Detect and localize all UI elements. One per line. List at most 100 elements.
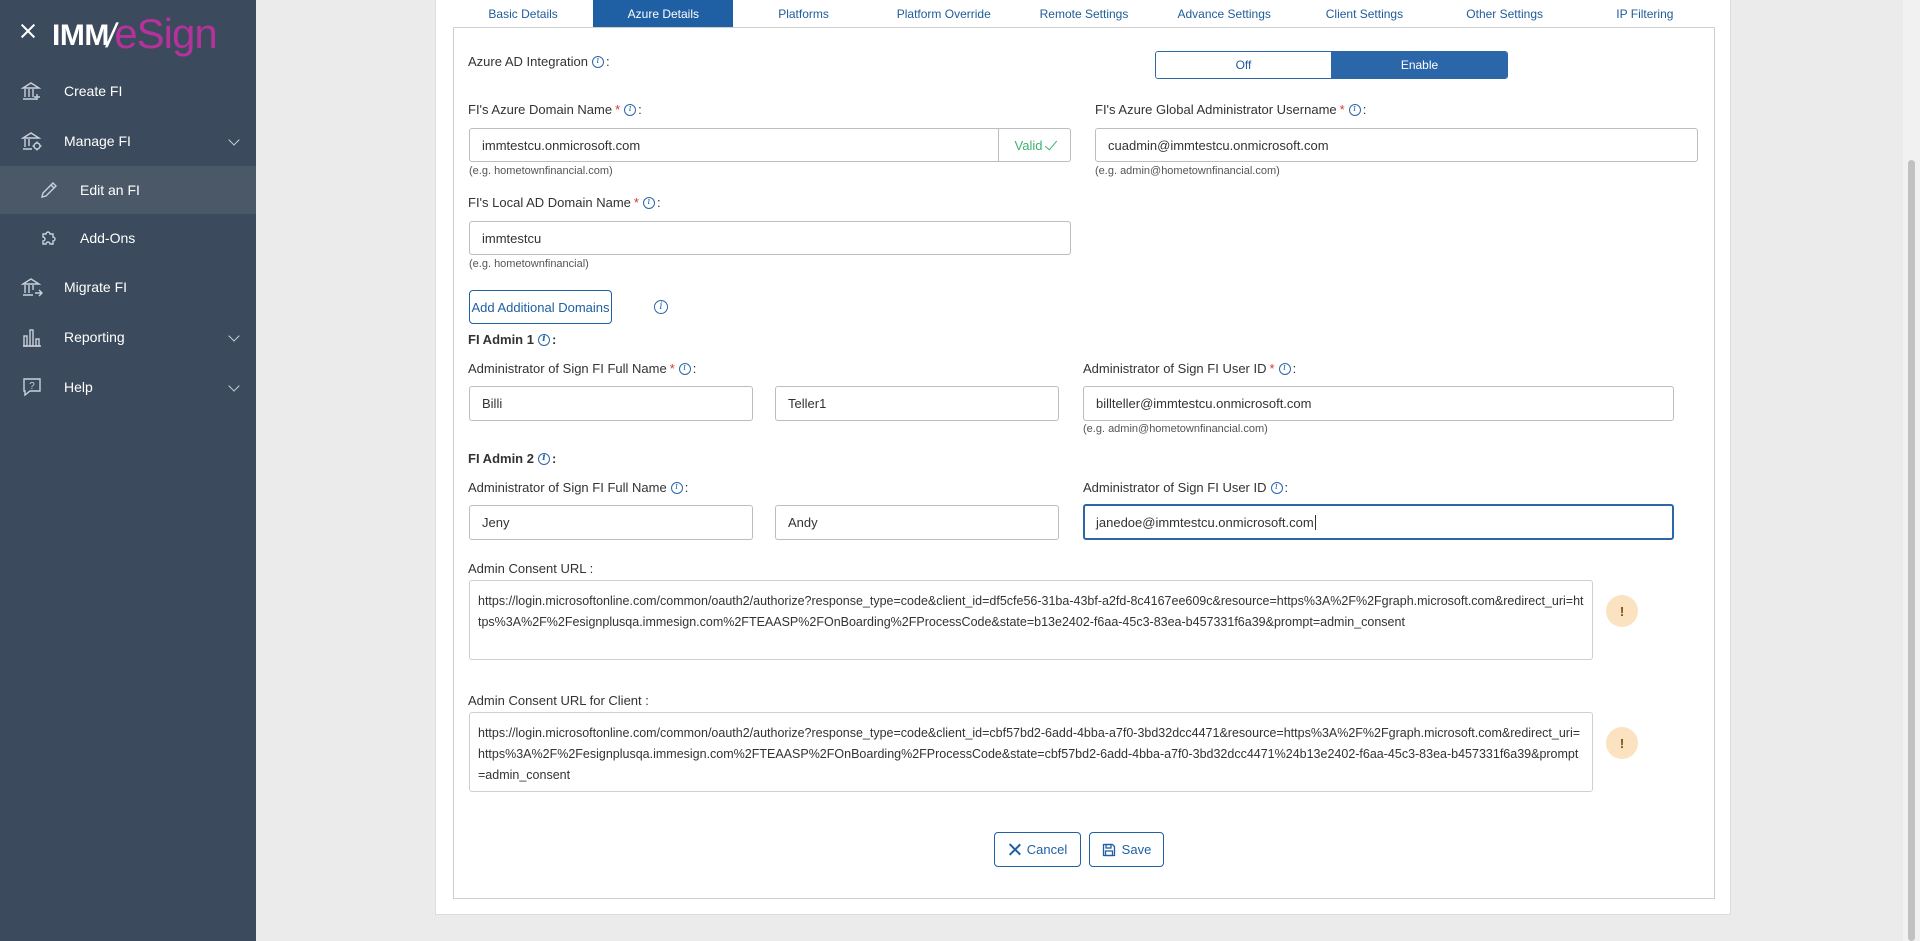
- colon: :: [656, 195, 661, 210]
- logo-imm: IMM: [52, 19, 109, 52]
- tab-ip-filtering[interactable]: IP Filtering: [1575, 0, 1715, 27]
- chevron-down-icon: [228, 134, 240, 146]
- logo-esign: eSign: [114, 10, 217, 57]
- sidebar-item-label: Create FI: [64, 83, 123, 99]
- admin-consent-url-textarea[interactable]: https://login.microsoftonline.com/common…: [469, 580, 1593, 660]
- admin1-user-id-hint: (e.g. admin@hometownfinancial.com): [1083, 423, 1268, 435]
- tab-advance-settings[interactable]: Advance Settings: [1154, 0, 1294, 27]
- local-domain-label-text: FI's Local AD Domain Name: [468, 195, 631, 210]
- global-admin-input[interactable]: cuadmin@immtestcu.onmicrosoft.com: [1095, 128, 1698, 162]
- admin1-first-name-value: Billi: [482, 396, 503, 411]
- info-icon[interactable]: i: [537, 333, 550, 346]
- info-icon[interactable]: i: [670, 481, 683, 494]
- info-icon[interactable]: i: [591, 55, 604, 68]
- tab-client-settings[interactable]: Client Settings: [1294, 0, 1434, 27]
- admin1-last-name-value: Teller1: [788, 396, 827, 411]
- required-mark: *: [615, 102, 621, 117]
- fi-admin-1-heading: FI Admin 1 i :: [468, 332, 556, 347]
- info-icon[interactable]: i: [624, 103, 637, 116]
- warning-icon[interactable]: !: [1606, 727, 1638, 759]
- cancel-label: Cancel: [1026, 842, 1068, 857]
- info-icon[interactable]: i: [642, 196, 655, 209]
- admin1-user-id-label: Administrator of Sign FI User ID * i :: [1083, 361, 1296, 376]
- admin1-name-label-text: Administrator of Sign FI Full Name: [468, 361, 667, 376]
- azure-domain-label-text: FI's Azure Domain Name: [468, 102, 613, 117]
- admin-consent-url-client-textarea[interactable]: https://login.microsoftonline.com/common…: [469, 712, 1593, 792]
- admin-consent-url-client-label: Admin Consent URL for Client :: [468, 693, 649, 708]
- colon: :: [551, 332, 557, 347]
- tab-platform-override[interactable]: Platform Override: [874, 0, 1014, 27]
- scrollbar-thumb[interactable]: [1908, 160, 1915, 941]
- local-domain-label: FI's Local AD Domain Name * i :: [468, 195, 661, 210]
- tab-azure-details[interactable]: Azure Details: [593, 0, 734, 27]
- sidebar-item-label: Manage FI: [64, 133, 131, 149]
- svg-text:?: ?: [29, 381, 35, 392]
- local-domain-input[interactable]: immtestcu: [469, 221, 1071, 255]
- colon: :: [551, 451, 557, 466]
- admin2-first-name-input[interactable]: Jeny: [469, 505, 753, 540]
- required-mark: *: [633, 195, 639, 210]
- admin1-user-id-input[interactable]: billteller@immtestcu.onmicrosoft.com: [1083, 386, 1674, 421]
- local-domain-value: immtestcu: [482, 230, 542, 246]
- sidebar-item-add-ons[interactable]: Add-Ons: [0, 214, 256, 262]
- admin1-user-id-value: billteller@immtestcu.onmicrosoft.com: [1096, 396, 1312, 411]
- admin1-user-id-label-text: Administrator of Sign FI User ID: [1083, 361, 1267, 376]
- colon: :: [684, 480, 689, 495]
- save-button[interactable]: Save: [1089, 832, 1164, 867]
- admin1-first-name-input[interactable]: Billi: [469, 386, 753, 421]
- valid-badge: Valid: [998, 129, 1070, 161]
- azure-domain-label: FI's Azure Domain Name * i :: [468, 102, 642, 117]
- warning-icon[interactable]: !: [1606, 595, 1638, 627]
- puzzle-icon: [38, 227, 60, 249]
- sidebar-item-label: Edit an FI: [80, 182, 140, 198]
- info-icon[interactable]: i: [678, 362, 691, 375]
- bank-arrow-icon: [20, 275, 44, 299]
- info-icon[interactable]: i: [537, 452, 550, 465]
- admin1-last-name-input[interactable]: Teller1: [775, 386, 1059, 421]
- azure-domain-input[interactable]: immtestcu.onmicrosoft.com Valid: [469, 128, 1071, 162]
- tab-remote-settings[interactable]: Remote Settings: [1014, 0, 1154, 27]
- cancel-button[interactable]: Cancel: [994, 832, 1081, 867]
- tab-platforms[interactable]: Platforms: [733, 0, 873, 27]
- required-mark: *: [1339, 102, 1345, 117]
- required-mark: *: [1269, 361, 1275, 376]
- admin2-name-label: Administrator of Sign FI Full Name i :: [468, 480, 688, 495]
- info-icon[interactable]: i: [1270, 481, 1283, 494]
- close-icon[interactable]: [18, 21, 38, 41]
- bank-plus-icon: [20, 79, 44, 103]
- admin2-user-id-value: janedoe@immtestcu.onmicrosoft.com: [1096, 514, 1314, 530]
- local-domain-hint: (e.g. hometownfinancial): [469, 258, 589, 270]
- sidebar-item-create-fi[interactable]: Create FI: [0, 66, 256, 116]
- sidebar-item-label: Add-Ons: [80, 230, 136, 246]
- tab-basic-details[interactable]: Basic Details: [453, 0, 593, 27]
- azure-ad-off-button[interactable]: Off: [1156, 52, 1332, 78]
- scrollbar[interactable]: [1903, 0, 1920, 941]
- info-icon[interactable]: i: [654, 300, 668, 314]
- admin2-user-id-input[interactable]: janedoe@immtestcu.onmicrosoft.com: [1083, 504, 1674, 540]
- azure-ad-enable-button[interactable]: Enable: [1332, 52, 1507, 78]
- global-admin-value: cuadmin@immtestcu.onmicrosoft.com: [1108, 137, 1329, 153]
- bank-gear-icon: [20, 129, 44, 153]
- add-additional-domains-button[interactable]: Add Additional Domains: [469, 290, 612, 324]
- required-mark: *: [669, 361, 675, 376]
- colon: :: [1292, 361, 1297, 376]
- admin2-last-name-value: Andy: [788, 515, 818, 530]
- sidebar-item-migrate-fi[interactable]: Migrate FI: [0, 262, 256, 312]
- colon: :: [1362, 102, 1367, 117]
- admin2-user-id-label: Administrator of Sign FI User ID i :: [1083, 480, 1288, 495]
- sidebar-item-reporting[interactable]: Reporting: [0, 312, 256, 362]
- chevron-down-icon: [228, 330, 240, 342]
- admin1-name-label: Administrator of Sign FI Full Name * i :: [468, 361, 696, 376]
- azure-ad-label-text: Azure AD Integration: [468, 54, 588, 69]
- sidebar-item-manage-fi[interactable]: Manage FI: [0, 116, 256, 166]
- info-icon[interactable]: i: [1348, 103, 1361, 116]
- azure-ad-label: Azure AD Integration i :: [468, 54, 610, 69]
- tab-other-settings[interactable]: Other Settings: [1435, 0, 1575, 27]
- sidebar-item-help[interactable]: ? Help: [0, 362, 256, 412]
- sidebar-item-edit-an-fi[interactable]: Edit an FI: [0, 166, 256, 214]
- azure-domain-hint: (e.g. hometownfinancial.com): [469, 165, 613, 177]
- info-icon[interactable]: i: [1278, 362, 1291, 375]
- close-icon: [1008, 843, 1021, 856]
- sidebar-item-label: Help: [64, 379, 93, 395]
- admin2-last-name-input[interactable]: Andy: [775, 505, 1059, 540]
